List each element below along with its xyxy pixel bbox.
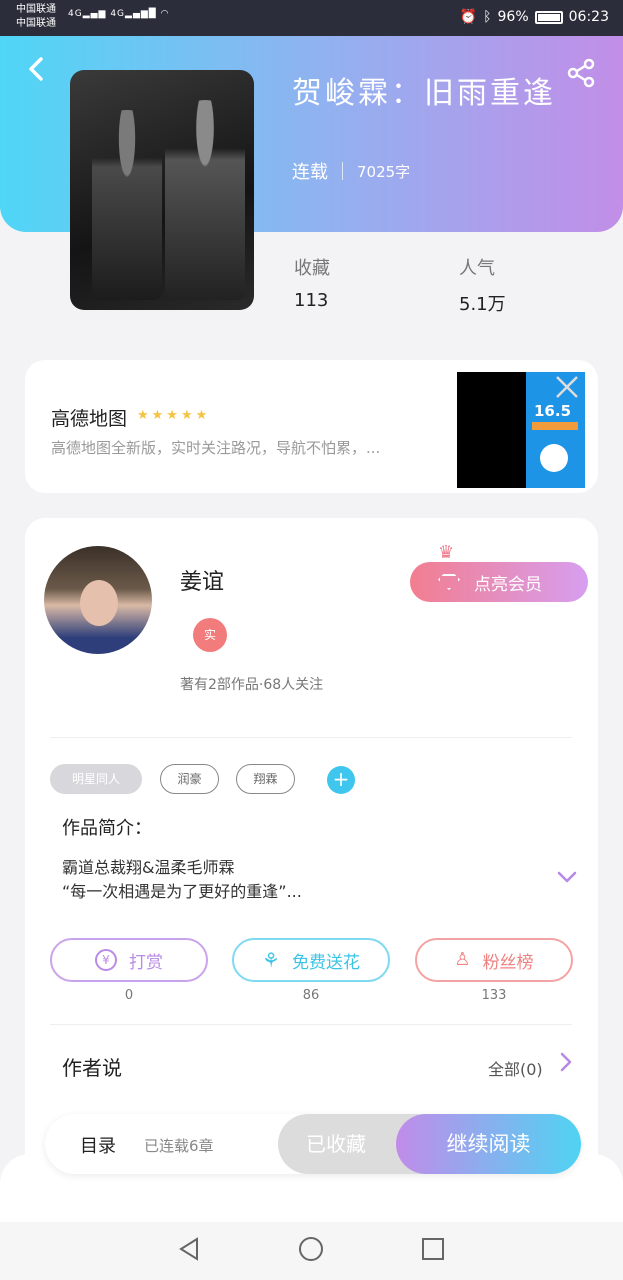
vip-button-label: 点亮会员	[474, 574, 542, 595]
chevron-right-icon[interactable]	[558, 1050, 574, 1080]
cover-figure-right	[165, 100, 245, 300]
fan-ranking-button[interactable]: ♙ 粉丝榜	[415, 938, 573, 982]
add-tag-button[interactable]: +	[327, 766, 355, 794]
intro-line: “每一次相遇是为了更好的重逢”...	[62, 882, 302, 901]
expand-intro-button[interactable]	[556, 866, 578, 888]
bluetooth-icon: ᛒ	[483, 9, 492, 25]
ad-image-price: 16.5	[534, 402, 572, 420]
signal-indicators: 4G▂▄▆ 4G▂▄▆█ ◠	[68, 9, 170, 19]
nav-home-icon[interactable]	[298, 1236, 324, 1262]
vip-button[interactable]: 点亮会员	[410, 562, 588, 602]
crown-icon: ♛	[438, 542, 455, 563]
wifi-icon: ◠	[160, 9, 170, 19]
cover-figure-left	[92, 110, 162, 300]
share-icon	[567, 58, 595, 88]
carrier-1: 中国联通	[16, 4, 56, 15]
serial-status: 连载	[292, 162, 328, 183]
battery-icon	[534, 10, 563, 24]
status-bar: 中国联通 中国联通 4G▂▄▆ 4G▂▄▆█ ◠ ⏰ ᛒ 96% 06:23	[0, 0, 623, 36]
back-button[interactable]	[22, 54, 52, 84]
meta-divider	[342, 162, 343, 180]
word-count: 7025字	[357, 162, 411, 181]
signal-1: 4G	[68, 9, 83, 19]
ad-image-circle	[540, 444, 568, 472]
carrier-names: 中国联通 中国联通	[16, 3, 56, 31]
ad-rating-stars: ★★★★★	[137, 408, 211, 423]
author-name[interactable]: 姜谊	[180, 564, 224, 596]
send-flower-button[interactable]: ⚘ 免费送花	[232, 938, 390, 982]
status-right: ⏰ ᛒ 96% 06:23	[460, 9, 609, 25]
reward-label: 打赏	[129, 952, 163, 973]
yen-icon: ¥	[95, 949, 117, 971]
fan-count: 133	[481, 988, 507, 1003]
alarm-icon: ⏰	[459, 9, 478, 25]
continue-reading-button[interactable]: 继续阅读	[396, 1114, 581, 1174]
author-says-label: 作者说	[62, 1056, 122, 1080]
ad-title: 高德地图	[51, 408, 128, 430]
back-arrow-icon	[29, 57, 43, 81]
tag-item[interactable]: 润豪	[160, 764, 219, 794]
fan-ranking-label: 粉丝榜	[482, 952, 534, 973]
ad-close-button[interactable]	[552, 372, 582, 402]
ad-image-bar	[532, 422, 578, 430]
signal-2: 4G	[110, 9, 126, 19]
collect-count: 113	[294, 290, 329, 311]
intro-line: 霸道总裁翔&温柔毛师霖	[62, 858, 235, 877]
diamond-icon	[438, 574, 460, 590]
nav-recents-icon[interactable]	[420, 1236, 446, 1262]
author-follow-info: 著有2部作品·68人关注	[180, 677, 324, 693]
user-icon: ♙	[454, 949, 471, 970]
popularity-count: 5.1万	[459, 294, 506, 315]
intro-label: 作品简介：	[62, 818, 152, 839]
toc-button[interactable]: 目录	[80, 1132, 116, 1158]
flower-icon: ⚘	[262, 948, 280, 972]
popularity-label: 人气	[459, 258, 495, 279]
toc-progress: 已连载6章	[144, 1137, 214, 1155]
send-flower-label: 免费送花	[291, 952, 360, 973]
ad-banner[interactable]: 高德地图 ★★★★★ 高德地图全新版，实时关注路况，导航不怕累，... 16.5	[25, 360, 598, 493]
chevron-down-icon	[557, 871, 577, 883]
close-icon	[556, 376, 578, 398]
battery-percent: 96%	[497, 9, 529, 25]
carrier-2: 中国联通	[16, 18, 56, 29]
flower-count: 86	[302, 988, 320, 1003]
ad-description: 高德地图全新版，实时关注路况，导航不怕累，...	[51, 439, 381, 457]
share-button[interactable]	[565, 56, 599, 90]
divider	[50, 1024, 572, 1025]
book-meta: 连载 7025字	[292, 158, 410, 184]
nav-back-icon[interactable]	[176, 1236, 202, 1262]
collect-label: 收藏	[294, 258, 330, 279]
avatar-face	[80, 580, 118, 626]
intro-text: 霸道总裁翔&温柔毛师霖 “每一次相遇是为了更好的重逢”...	[62, 856, 302, 904]
reward-count: 0	[124, 988, 134, 1003]
reward-button[interactable]: ¥ 打赏	[50, 938, 208, 982]
tag-category[interactable]: 明星同人	[50, 764, 142, 794]
tag-item[interactable]: 翔霖	[236, 764, 295, 794]
book-cover[interactable]	[70, 70, 254, 310]
author-avatar[interactable]	[44, 546, 152, 654]
clock: 06:23	[568, 9, 609, 25]
divider	[50, 737, 572, 738]
verified-badge: 实	[193, 618, 227, 652]
author-says-all-link[interactable]: 全部(0)	[488, 1056, 543, 1080]
plus-icon: +	[332, 767, 350, 791]
book-title: 贺峻霖：旧雨重逢	[292, 76, 556, 111]
